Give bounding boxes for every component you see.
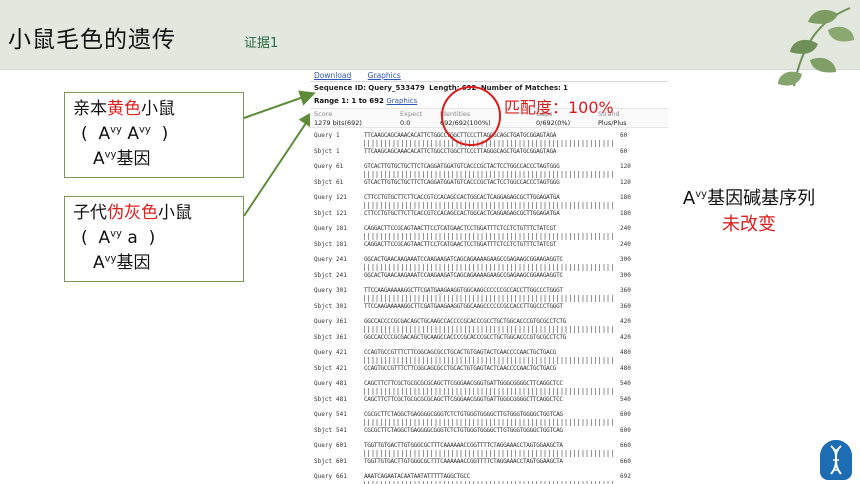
alignment-row: Query 241 GGCACTGAACAAGAAATCCAAGAAGATCAGCA…	[314, 256, 631, 263]
alignment-block: Query 61 GTCACTTGTGCTGCTTCTCAGGATGGATGTCAC…	[314, 162, 668, 193]
match-bars	[364, 419, 616, 426]
alignment-block: Query 661 AAATCAGAATACAATAATATTTTTAGGCTGCC…	[314, 472, 668, 484]
range-graphics-link[interactable]: Graphics	[386, 97, 417, 105]
slide-header: 小鼠毛色的遗传 证据1	[0, 0, 860, 87]
match-bars	[364, 264, 616, 271]
slide-title: 小鼠毛色的遗传	[8, 27, 176, 53]
alignment-row: Query 421 CCAGTGCCGTTTCTTCGGCAGCGCCTGCACTG…	[314, 349, 631, 356]
dna-icon	[820, 440, 852, 480]
conclusion-line2: 未改变	[722, 214, 776, 235]
graphics-link[interactable]: Graphics	[368, 71, 401, 80]
match-rate-label: 匹配度：100%	[504, 98, 614, 117]
offspring-line1: 子代伪灰色小鼠	[73, 203, 192, 223]
match-bars	[364, 357, 616, 364]
alignment-block: Query 181 CAGGACTTCCGCAGTAACTTCCTCATGAACTC…	[314, 224, 668, 255]
alignment-row: Query 661 AAATCAGAATACAATAATATTTTTAGGCTGCC…	[314, 473, 631, 480]
alignment-row: Query 541 CGCGCTTCTAGGCTGAGGGGCGGGTCTCTGTG…	[314, 411, 631, 418]
alignment-block: Query 421 CCAGTGCCGTTTCTTCGGCAGCGCCTGCACTG…	[314, 348, 668, 379]
alignment-block: Query 481 CAGCTTCTTCGCTGCGCGCGCAGCTTCGGGAA…	[314, 379, 668, 410]
offspring-gene: Avy基因	[93, 253, 151, 273]
match-bars	[364, 326, 616, 333]
alignment-row: Sbjct 181 CAGGACTTCCGCAGTAACTTCCTCATGAACTC…	[314, 241, 631, 248]
parent-mouse-box: 亲本黄色小鼠 ( Avy Avy ) Avy基因	[64, 92, 244, 178]
slide-subtitle: 证据1	[244, 36, 279, 51]
blast-toolbar: Download Graphics	[310, 70, 668, 82]
offspring-mouse-box: 子代伪灰色小鼠 ( Avy a ) Avy基因	[64, 196, 244, 282]
offspring-color-text: 伪灰色	[107, 203, 158, 223]
parent-color-text: 黄色	[107, 99, 141, 119]
alignment-row: Sbjct 241 GGCACTGAACAAGAAATCCAAGAAGATCAGCA…	[314, 272, 631, 279]
alignment-list: Query 1 TTCAAGCAGCAAACACATTCTGGCCTGGCTTCCC…	[310, 128, 668, 484]
alignment-row: Sbjct 421 CCAGTGCCGTTTCTTCGGCAGCGCCTGCACTG…	[314, 365, 631, 372]
alignment-row: Sbjct 361 GGCCACCCCGCGACAGCTGCAAGCCACCCCGC…	[314, 334, 631, 341]
alignment-block: Query 541 CGCGCTTCTAGGCTGAGGGGCGGGTCTCTGTG…	[314, 410, 668, 441]
match-bars	[364, 233, 616, 240]
leaf-icon	[778, 7, 854, 87]
conclusion: Avy基因碱基序列 未改变	[654, 186, 844, 238]
alignment-row: Sbjct 601 TGGTTGTGACTTGTGGGCGCTTTCAAAAAACC…	[314, 458, 631, 465]
alignment-block: Query 601 TGGTTGTGACTTGTGGGCGCTTTCAAAAAACC…	[314, 441, 668, 472]
alignment-row: Query 481 CAGCTTCTTCGCTGCGCGCGCAGCTTCGGGAA…	[314, 380, 631, 387]
download-link[interactable]: Download	[314, 71, 351, 80]
match-bars	[364, 171, 616, 178]
alignment-row: Query 181 CAGGACTTCCGCAGTAACTTCCTCATGAACTC…	[314, 225, 631, 232]
identity-highlight-circle	[441, 86, 501, 146]
match-bars	[364, 140, 616, 147]
alignment-row: Sbjct 541 CGCGCTTCTAGGCTGAGGGGCGGGTCTCTGTG…	[314, 427, 631, 434]
match-bars	[364, 295, 616, 302]
match-bars	[364, 202, 616, 209]
parent-genotype: ( Avy Avy )	[81, 124, 169, 144]
alignment-row: Query 301 TTCCAAGAAAAAGGCTTCGATGAAGAAGGTGG…	[314, 287, 631, 294]
alignment-block: Query 301 TTCCAAGAAAAAGGCTTCGATGAAGAAGGTGG…	[314, 286, 668, 317]
alignment-row: Sbjct 1 TTCAAGCAGCAAACACATTCTGGCCTGGCTTCCC…	[314, 148, 628, 155]
match-bars	[364, 450, 616, 457]
alignment-row: Query 121 CTTCCTGTGCTTCTTCACCGTCCACAGCCACT…	[314, 194, 631, 201]
offspring-genotype: ( Avy a )	[81, 228, 156, 248]
alignment-row: Sbjct 61 GTCACTTGTGCTGCTTCTCAGGATGGATGTCAC…	[314, 179, 631, 186]
alignment-row: Sbjct 481 CAGCTTCTTCGCTGCGCGCGCAGCTTCGGGAA…	[314, 396, 631, 403]
alignment-block: Query 121 CTTCCTGTGCTTCTTCACCGTCCACAGCCACT…	[314, 193, 668, 224]
arrow-parent-to-blast	[243, 90, 316, 119]
alignment-row: Sbjct 301 TTCCAAGAAAAAGGCTTCGATGAAGAAGGTGG…	[314, 303, 631, 310]
alignment-block: Query 361 GGCCACCCCGCGACAGCTGCAAGCCACCCCGC…	[314, 317, 668, 348]
alignment-row: Sbjct 121 CTTCCTGTGCTTCTTCACCGTCCACAGCCACT…	[314, 210, 631, 217]
conclusion-line1: Avy基因碱基序列	[682, 188, 816, 209]
parent-line1: 亲本黄色小鼠	[73, 99, 175, 119]
alignment-row: Query 61 GTCACTTGTGCTGCTTCTCAGGATGGATGTCAC…	[314, 163, 631, 170]
alignment-row: Query 601 TGGTTGTGACTTGTGGGCGCTTTCAAAAAACC…	[314, 442, 631, 449]
parent-gene: Avy基因	[93, 149, 151, 169]
alignment-row: Query 361 GGCCACCCCGCGACAGCTGCAAGCCACCCCGC…	[314, 318, 631, 325]
match-bars	[364, 388, 616, 395]
alignment-block: Query 241 GGCACTGAACAAGAAATCCAAGAAGATCAGCA…	[314, 255, 668, 286]
arrow-offspring-to-blast	[243, 110, 315, 217]
